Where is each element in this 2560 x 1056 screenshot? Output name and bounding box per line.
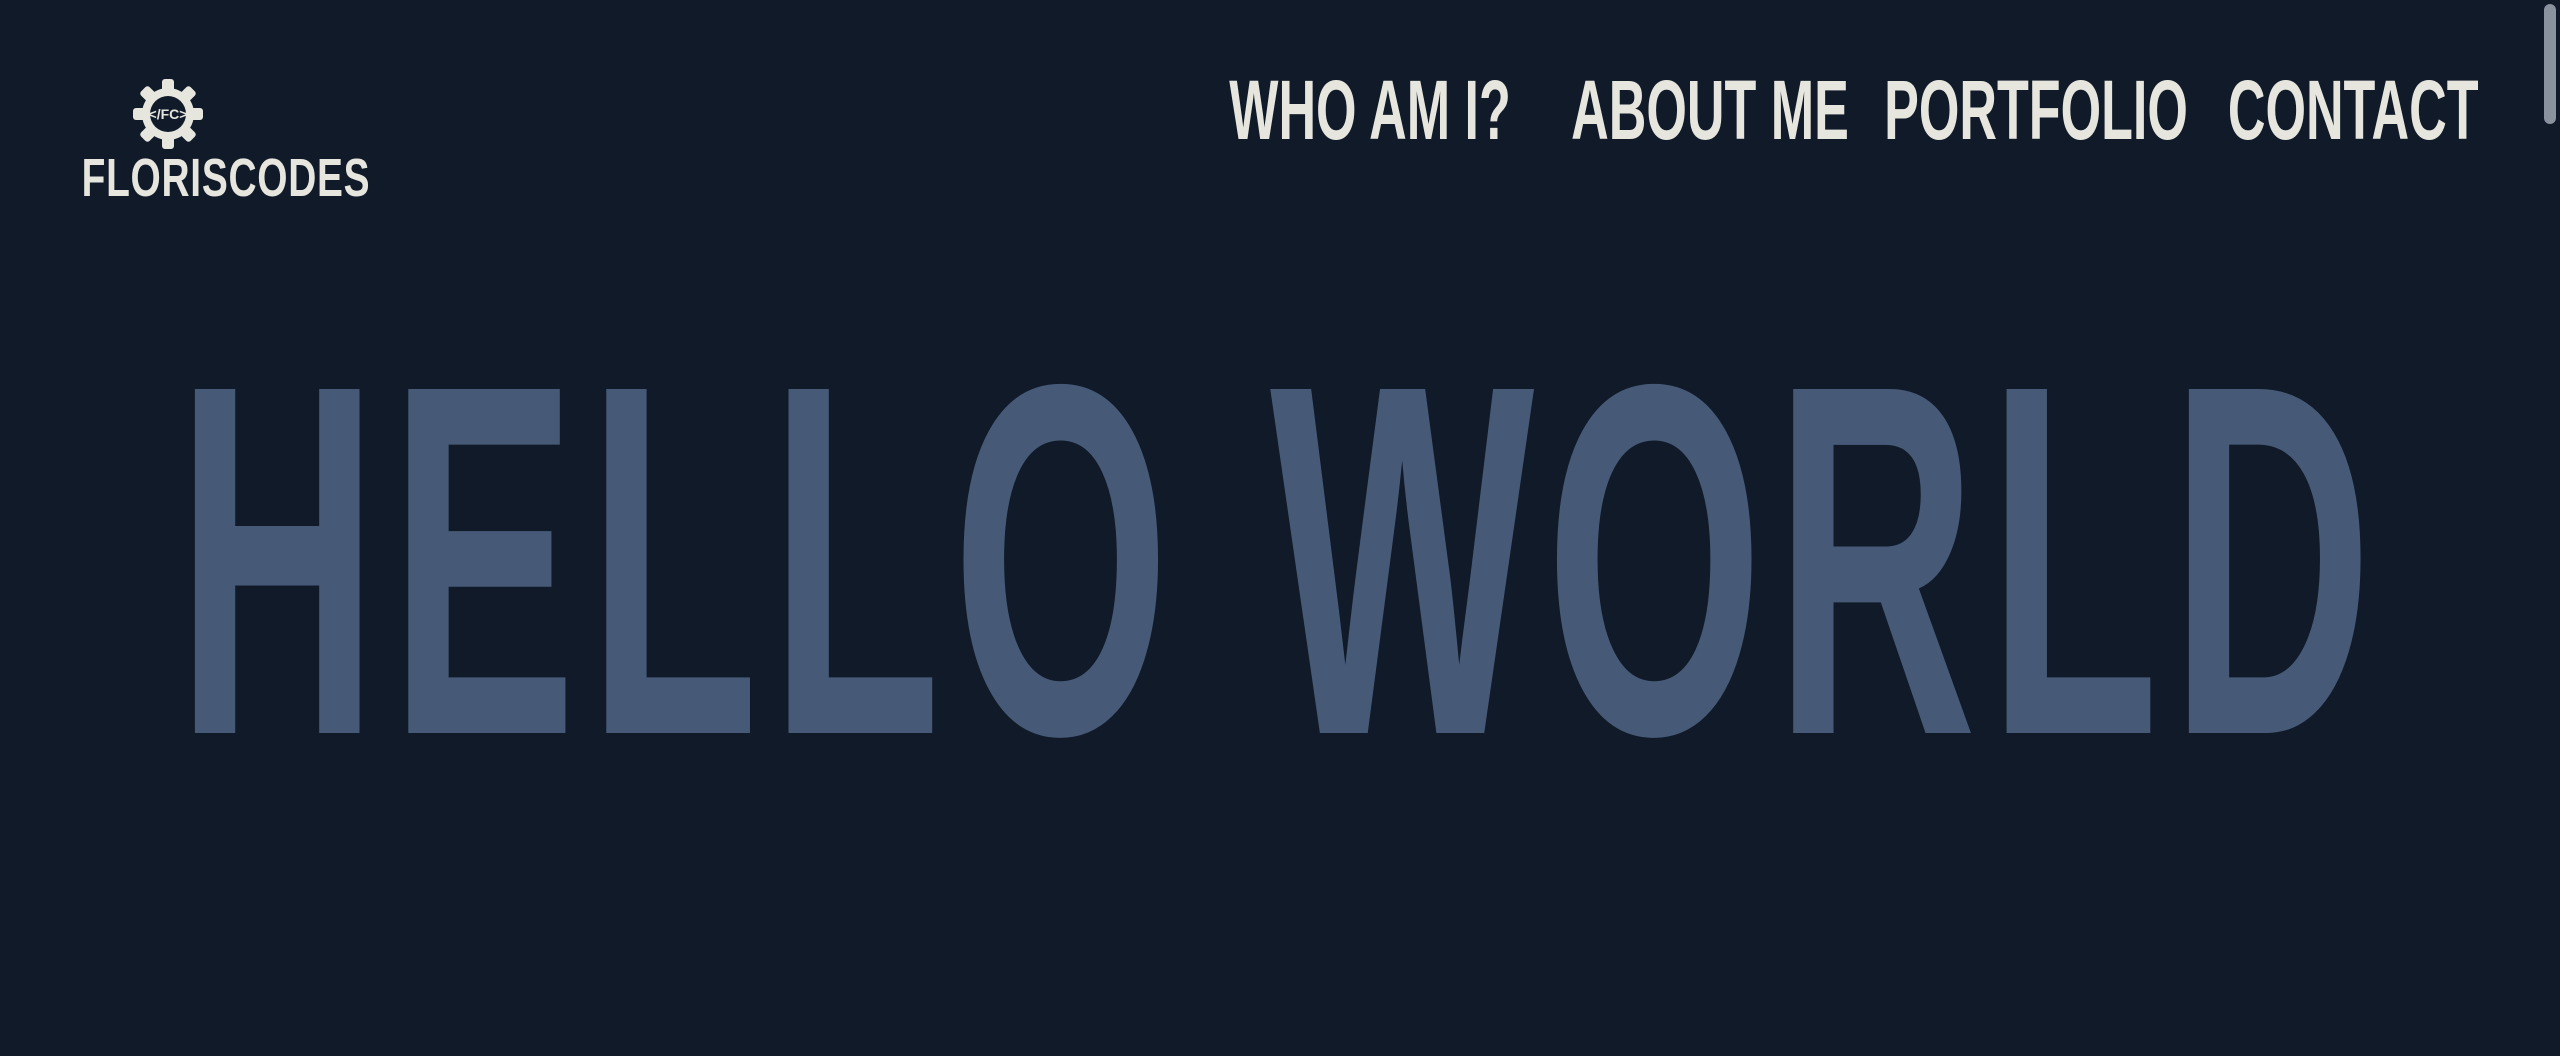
nav-link-contact[interactable]: CONTACT xyxy=(2228,60,2479,160)
page-scrollbar[interactable] xyxy=(2540,0,2560,1056)
nav-link-label: CONTACT xyxy=(2227,63,2479,157)
nav-link-label: WHO AM I? xyxy=(1229,63,1511,157)
nav-link-label: PORTFOLIO xyxy=(1884,63,2188,157)
nav-link-who-am-i[interactable]: WHO AM I? xyxy=(1220,60,1520,160)
nav-link-portfolio[interactable]: PORTFOLIO xyxy=(1884,60,2188,160)
hero-title: HELLO WORLD xyxy=(176,360,2384,760)
main-navigation: WHO AM I? ABOUT ME PORTFOLIO CONTACT xyxy=(0,60,2560,160)
nav-link-label: ABOUT ME xyxy=(1571,63,1849,157)
scrollbar-thumb[interactable] xyxy=(2544,4,2556,124)
hero-section: HELLO WORLD xyxy=(0,360,2560,760)
nav-link-about-me[interactable]: ABOUT ME xyxy=(1571,60,1849,160)
